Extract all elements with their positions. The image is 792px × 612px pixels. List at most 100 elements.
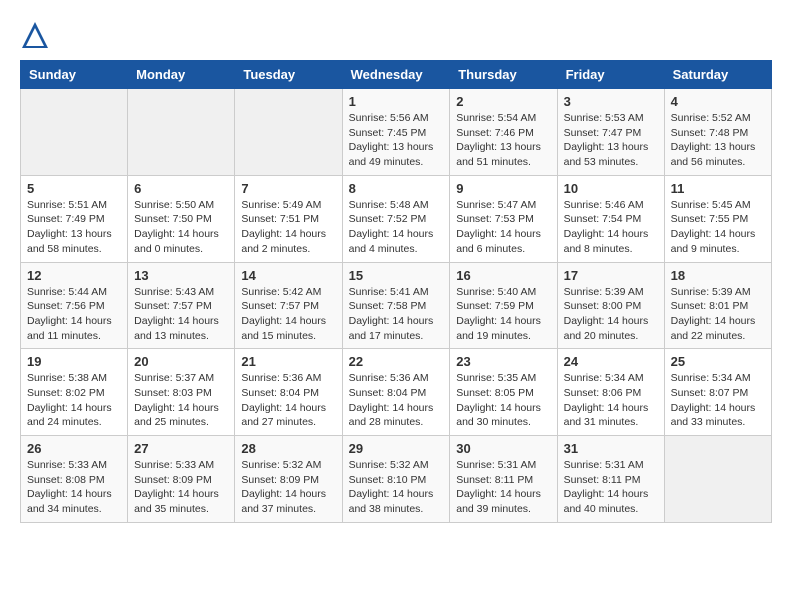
day-of-week-header: Wednesday [342,61,450,89]
day-info: Sunrise: 5:32 AM Sunset: 8:10 PM Dayligh… [349,458,444,517]
day-info: Sunrise: 5:34 AM Sunset: 8:07 PM Dayligh… [671,371,765,430]
day-number: 28 [241,441,335,456]
logo-icon [20,20,50,50]
day-info: Sunrise: 5:44 AM Sunset: 7:56 PM Dayligh… [27,285,121,344]
day-info: Sunrise: 5:31 AM Sunset: 8:11 PM Dayligh… [456,458,550,517]
day-info: Sunrise: 5:32 AM Sunset: 8:09 PM Dayligh… [241,458,335,517]
day-info: Sunrise: 5:35 AM Sunset: 8:05 PM Dayligh… [456,371,550,430]
calendar-day-cell: 18 Sunrise: 5:39 AM Sunset: 8:01 PM Dayli… [664,262,771,349]
calendar-day-cell: 14 Sunrise: 5:42 AM Sunset: 7:57 PM Dayli… [235,262,342,349]
day-number: 14 [241,268,335,283]
calendar-day-cell [664,436,771,523]
day-info: Sunrise: 5:45 AM Sunset: 7:55 PM Dayligh… [671,198,765,257]
day-info: Sunrise: 5:51 AM Sunset: 7:49 PM Dayligh… [27,198,121,257]
day-number: 7 [241,181,335,196]
day-number: 26 [27,441,121,456]
day-number: 18 [671,268,765,283]
day-info: Sunrise: 5:49 AM Sunset: 7:51 PM Dayligh… [241,198,335,257]
calendar-day-cell: 12 Sunrise: 5:44 AM Sunset: 7:56 PM Dayli… [21,262,128,349]
calendar-day-cell: 13 Sunrise: 5:43 AM Sunset: 7:57 PM Dayli… [128,262,235,349]
day-number: 4 [671,94,765,109]
calendar-day-cell: 22Sunrise: 5:36 AM Sunset: 8:04 PM Dayli… [342,349,450,436]
calendar-day-cell: 19 Sunrise: 5:38 AM Sunset: 8:02 PM Dayli… [21,349,128,436]
day-info: Sunrise: 5:37 AM Sunset: 8:03 PM Dayligh… [134,371,228,430]
day-number: 25 [671,354,765,369]
day-number: 23 [456,354,550,369]
day-of-week-header: Friday [557,61,664,89]
day-info: Sunrise: 5:36 AM Sunset: 8:04 PM Dayligh… [241,371,335,430]
calendar-day-cell: 23 Sunrise: 5:35 AM Sunset: 8:05 PM Dayli… [450,349,557,436]
day-info: Sunrise: 5:33 AM Sunset: 8:08 PM Dayligh… [27,458,121,517]
day-info: Sunrise: 5:33 AM Sunset: 8:09 PM Dayligh… [134,458,228,517]
calendar-day-cell: 24Sunrise: 5:34 AM Sunset: 8:06 PM Dayli… [557,349,664,436]
day-info: Sunrise: 5:53 AM Sunset: 7:47 PM Dayligh… [564,111,658,170]
calendar-day-cell: 21 Sunrise: 5:36 AM Sunset: 8:04 PM Dayli… [235,349,342,436]
calendar-day-cell: 4Sunrise: 5:52 AM Sunset: 7:48 PM Daylig… [664,89,771,176]
day-info: Sunrise: 5:50 AM Sunset: 7:50 PM Dayligh… [134,198,228,257]
day-number: 9 [456,181,550,196]
day-number: 3 [564,94,658,109]
page-header [20,20,772,50]
day-number: 13 [134,268,228,283]
day-info: Sunrise: 5:48 AM Sunset: 7:52 PM Dayligh… [349,198,444,257]
calendar-day-cell: 2 Sunrise: 5:54 AM Sunset: 7:46 PM Daylig… [450,89,557,176]
calendar-day-cell: 11 Sunrise: 5:45 AM Sunset: 7:55 PM Dayli… [664,175,771,262]
day-info: Sunrise: 5:38 AM Sunset: 8:02 PM Dayligh… [27,371,121,430]
day-number: 30 [456,441,550,456]
calendar-day-cell: 20 Sunrise: 5:37 AM Sunset: 8:03 PM Dayli… [128,349,235,436]
day-number: 2 [456,94,550,109]
day-number: 11 [671,181,765,196]
calendar-day-cell: 15 Sunrise: 5:41 AM Sunset: 7:58 PM Dayli… [342,262,450,349]
calendar-week-row: 19 Sunrise: 5:38 AM Sunset: 8:02 PM Dayli… [21,349,772,436]
day-number: 16 [456,268,550,283]
calendar-day-cell: 26 Sunrise: 5:33 AM Sunset: 8:08 PM Dayli… [21,436,128,523]
day-info: Sunrise: 5:54 AM Sunset: 7:46 PM Dayligh… [456,111,550,170]
day-of-week-header: Saturday [664,61,771,89]
calendar-day-cell: 8 Sunrise: 5:48 AM Sunset: 7:52 PM Daylig… [342,175,450,262]
calendar-day-cell: 31Sunrise: 5:31 AM Sunset: 8:11 PM Dayli… [557,436,664,523]
day-of-week-header: Thursday [450,61,557,89]
day-of-week-header: Monday [128,61,235,89]
calendar-week-row: 1 Sunrise: 5:56 AM Sunset: 7:45 PM Daylig… [21,89,772,176]
day-number: 1 [349,94,444,109]
days-of-week-row: SundayMondayTuesdayWednesdayThursdayFrid… [21,61,772,89]
day-info: Sunrise: 5:36 AM Sunset: 8:04 PM Dayligh… [349,371,444,430]
calendar-header: SundayMondayTuesdayWednesdayThursdayFrid… [21,61,772,89]
calendar-day-cell: 27 Sunrise: 5:33 AM Sunset: 8:09 PM Dayli… [128,436,235,523]
day-number: 29 [349,441,444,456]
day-info: Sunrise: 5:42 AM Sunset: 7:57 PM Dayligh… [241,285,335,344]
day-number: 17 [564,268,658,283]
day-info: Sunrise: 5:41 AM Sunset: 7:58 PM Dayligh… [349,285,444,344]
day-info: Sunrise: 5:39 AM Sunset: 8:01 PM Dayligh… [671,285,765,344]
calendar-day-cell: 25 Sunrise: 5:34 AM Sunset: 8:07 PM Dayli… [664,349,771,436]
day-of-week-header: Tuesday [235,61,342,89]
calendar-day-cell [128,89,235,176]
day-info: Sunrise: 5:39 AM Sunset: 8:00 PM Dayligh… [564,285,658,344]
day-number: 12 [27,268,121,283]
day-number: 15 [349,268,444,283]
day-info: Sunrise: 5:56 AM Sunset: 7:45 PM Dayligh… [349,111,444,170]
calendar-week-row: 5Sunrise: 5:51 AM Sunset: 7:49 PM Daylig… [21,175,772,262]
day-number: 19 [27,354,121,369]
calendar-day-cell: 29 Sunrise: 5:32 AM Sunset: 8:10 PM Dayli… [342,436,450,523]
calendar-day-cell [21,89,128,176]
calendar-day-cell: 6Sunrise: 5:50 AM Sunset: 7:50 PM Daylig… [128,175,235,262]
day-number: 8 [349,181,444,196]
calendar-day-cell: 17 Sunrise: 5:39 AM Sunset: 8:00 PM Dayli… [557,262,664,349]
day-info: Sunrise: 5:43 AM Sunset: 7:57 PM Dayligh… [134,285,228,344]
day-info: Sunrise: 5:46 AM Sunset: 7:54 PM Dayligh… [564,198,658,257]
calendar-day-cell: 9 Sunrise: 5:47 AM Sunset: 7:53 PM Daylig… [450,175,557,262]
calendar-day-cell: 16 Sunrise: 5:40 AM Sunset: 7:59 PM Dayli… [450,262,557,349]
calendar-day-cell: 10 Sunrise: 5:46 AM Sunset: 7:54 PM Dayli… [557,175,664,262]
day-number: 20 [134,354,228,369]
day-of-week-header: Sunday [21,61,128,89]
calendar-day-cell [235,89,342,176]
calendar-day-cell: 30 Sunrise: 5:31 AM Sunset: 8:11 PM Dayli… [450,436,557,523]
day-number: 27 [134,441,228,456]
day-number: 21 [241,354,335,369]
day-info: Sunrise: 5:40 AM Sunset: 7:59 PM Dayligh… [456,285,550,344]
calendar-week-row: 26 Sunrise: 5:33 AM Sunset: 8:08 PM Dayli… [21,436,772,523]
day-info: Sunrise: 5:47 AM Sunset: 7:53 PM Dayligh… [456,198,550,257]
calendar-day-cell: 1 Sunrise: 5:56 AM Sunset: 7:45 PM Daylig… [342,89,450,176]
day-number: 10 [564,181,658,196]
